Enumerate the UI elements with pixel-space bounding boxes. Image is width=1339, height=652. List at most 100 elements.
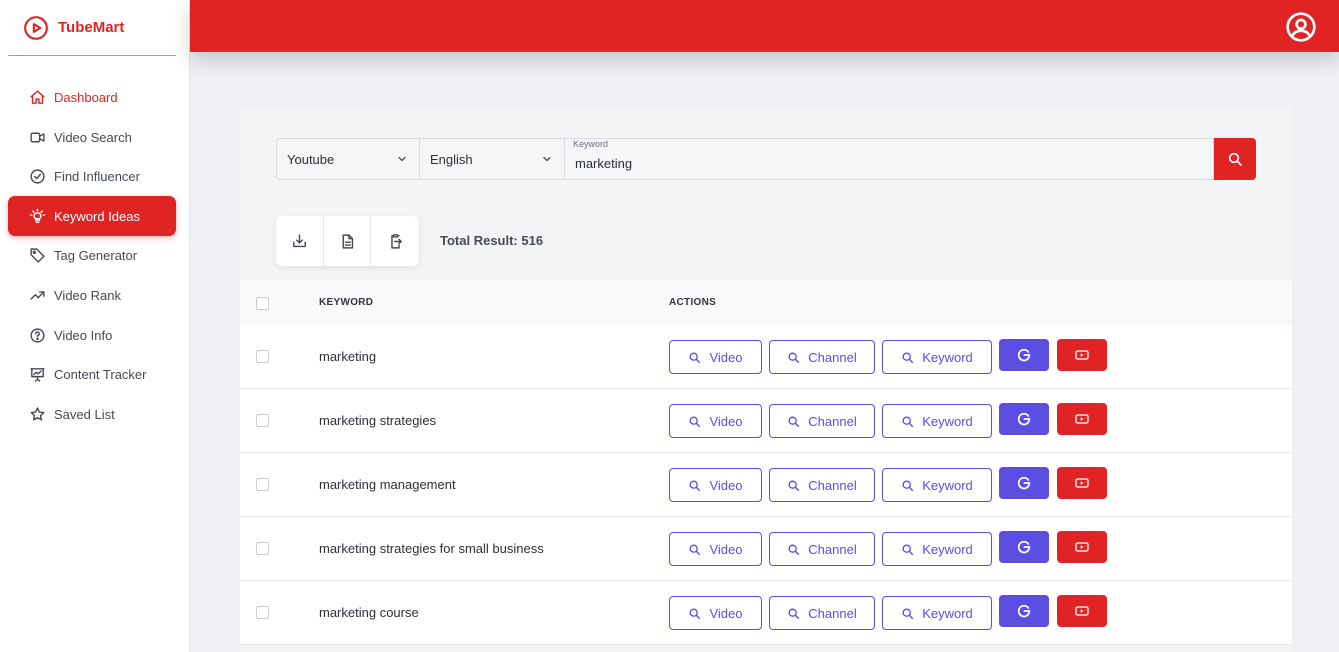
channel-search-button[interactable]: Channel [769, 532, 875, 566]
table-row: marketing management Video Channel Keywo… [240, 453, 1292, 517]
column-header-actions: ACTIONS [669, 297, 717, 308]
youtube-search-button[interactable] [1057, 339, 1107, 371]
keyword-search-button[interactable]: Keyword [882, 404, 992, 438]
video-search-button[interactable]: Video [669, 532, 762, 566]
row-checkbox[interactable] [256, 478, 269, 491]
star-icon [30, 406, 45, 421]
user-circle-icon[interactable] [1285, 11, 1317, 43]
google-search-button[interactable] [999, 403, 1049, 435]
channel-search-button[interactable]: Channel [769, 404, 875, 438]
search-bar: Youtube English Keyword marketing [276, 138, 1256, 180]
button-label: Video [709, 477, 743, 493]
google-icon [1017, 348, 1031, 362]
sidebar-item-keyword-ideas[interactable]: Keyword Ideas [8, 196, 176, 236]
sidebar-item-video-rank[interactable]: Video Rank [8, 275, 176, 315]
button-label: Video [709, 541, 743, 557]
clipboard-copy-icon [390, 233, 402, 249]
sidebar-item-video-info[interactable]: Video Info [8, 315, 176, 355]
download-button[interactable] [276, 216, 324, 266]
sidebar-item-label: Tag Generator [54, 247, 138, 263]
button-label: Channel [808, 477, 857, 493]
chevron-down-icon [543, 156, 551, 162]
video-search-button[interactable]: Video [669, 596, 762, 630]
search-button[interactable] [1214, 138, 1256, 180]
brand[interactable]: TubeMart [8, 0, 176, 56]
youtube-search-button[interactable] [1057, 531, 1107, 563]
platform-select[interactable]: Youtube [276, 138, 420, 180]
keyword-input[interactable]: Keyword marketing [565, 138, 1214, 180]
document-icon [342, 233, 353, 249]
keyword-cell: marketing [319, 349, 377, 364]
row-checkbox[interactable] [256, 606, 269, 619]
youtube-icon [1075, 542, 1089, 552]
sidebar-item-tag-generator[interactable]: Tag Generator [8, 235, 176, 275]
keyword-search-button[interactable]: Keyword [882, 596, 992, 630]
google-icon [1017, 476, 1031, 490]
sidebar-item-find-influencer[interactable]: Find Influencer [8, 156, 176, 196]
google-search-button[interactable] [999, 467, 1049, 499]
search-icon [902, 607, 914, 619]
search-icon [689, 543, 701, 555]
button-label: Video [709, 413, 743, 429]
row-checkbox[interactable] [256, 542, 269, 555]
play-circle-icon [24, 15, 48, 40]
search-icon [1228, 152, 1242, 166]
sidebar-item-dashboard[interactable]: Dashboard [8, 77, 176, 117]
platform-value: Youtube [287, 151, 335, 167]
row-checkbox[interactable] [256, 414, 269, 427]
google-search-button[interactable] [999, 531, 1049, 563]
row-checkbox[interactable] [256, 350, 269, 363]
copy-button[interactable] [371, 216, 419, 266]
button-label: Video [709, 605, 743, 621]
button-label: Keyword [922, 605, 973, 621]
language-select[interactable]: English [420, 138, 565, 180]
search-icon [902, 543, 914, 555]
export-document-button[interactable] [324, 216, 372, 266]
youtube-icon [1075, 414, 1089, 424]
sidebar-item-saved-list[interactable]: Saved List [8, 394, 176, 434]
google-icon [1017, 540, 1031, 554]
video-search-button[interactable]: Video [669, 340, 762, 374]
keyword-search-button[interactable]: Keyword [882, 468, 992, 502]
column-header-keyword: KEYWORD [319, 297, 374, 308]
keyword-cell: marketing course [319, 605, 419, 620]
lightbulb-icon [29, 208, 46, 223]
youtube-search-button[interactable] [1057, 403, 1107, 435]
sidebar-item-label: Find Influencer [54, 168, 140, 184]
sidebar-item-label: Dashboard [54, 89, 118, 105]
keyword-ideas-panel: Youtube English Keyword marketing Total … [240, 106, 1292, 652]
youtube-search-button[interactable] [1057, 595, 1107, 627]
sidebar-item-video-search[interactable]: Video Search [8, 117, 176, 157]
keyword-input-value: marketing [575, 156, 633, 171]
trending-up-icon [30, 290, 45, 300]
download-icon [292, 233, 306, 247]
button-label: Channel [808, 605, 857, 621]
tag-icon [30, 247, 45, 263]
google-icon [1017, 412, 1031, 426]
google-search-button[interactable] [999, 595, 1049, 627]
google-search-button[interactable] [999, 339, 1049, 371]
brand-name: TubeMart [58, 19, 125, 36]
search-icon [902, 415, 914, 427]
youtube-search-button[interactable] [1057, 467, 1107, 499]
channel-search-button[interactable]: Channel [769, 596, 875, 630]
channel-search-button[interactable]: Channel [769, 468, 875, 502]
video-search-button[interactable]: Video [669, 468, 762, 502]
search-icon [689, 351, 701, 363]
channel-search-button[interactable]: Channel [769, 340, 875, 374]
youtube-icon [1075, 478, 1089, 488]
search-icon [689, 479, 701, 491]
search-icon [788, 479, 800, 491]
sidebar-item-label: Video Search [54, 129, 132, 145]
sidebar-item-content-tracker[interactable]: Content Tracker [8, 354, 176, 394]
keyword-search-button[interactable]: Keyword [882, 532, 992, 566]
video-search-button[interactable]: Video [669, 404, 762, 438]
home-icon [30, 89, 45, 104]
chevron-down-icon [398, 156, 406, 162]
button-label: Keyword [922, 541, 973, 557]
keyword-input-label: Keyword [573, 139, 609, 149]
sidebar-item-label: Video Info [54, 327, 113, 343]
keyword-search-button[interactable]: Keyword [882, 340, 992, 374]
top-bar [190, 0, 1339, 52]
select-all-checkbox[interactable] [256, 297, 269, 310]
